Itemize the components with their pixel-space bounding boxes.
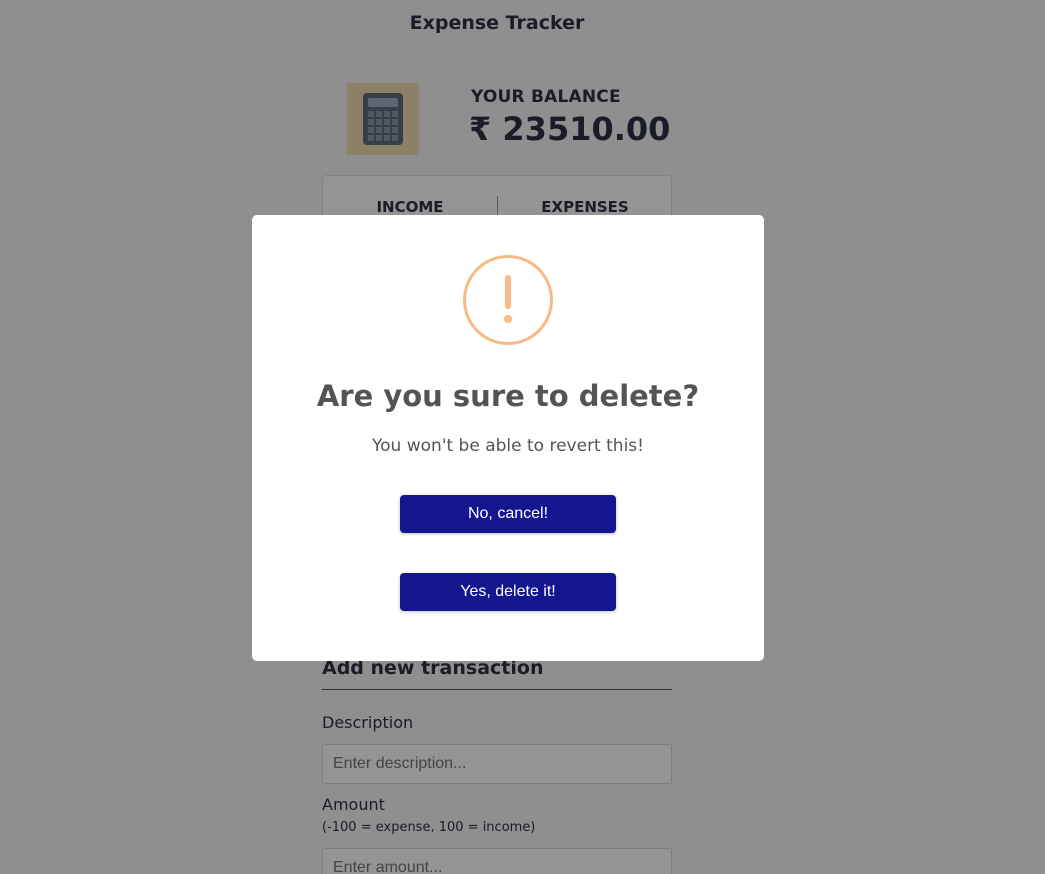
dialog-title: Are you sure to delete? [316, 379, 700, 413]
confirm-delete-dialog: Are you sure to delete? You won't be abl… [252, 215, 764, 661]
confirm-delete-button[interactable]: Yes, delete it! [400, 573, 616, 611]
warning-icon [463, 255, 553, 345]
dialog-text: You won't be able to revert this! [372, 436, 644, 456]
cancel-button[interactable]: No, cancel! [400, 495, 616, 533]
